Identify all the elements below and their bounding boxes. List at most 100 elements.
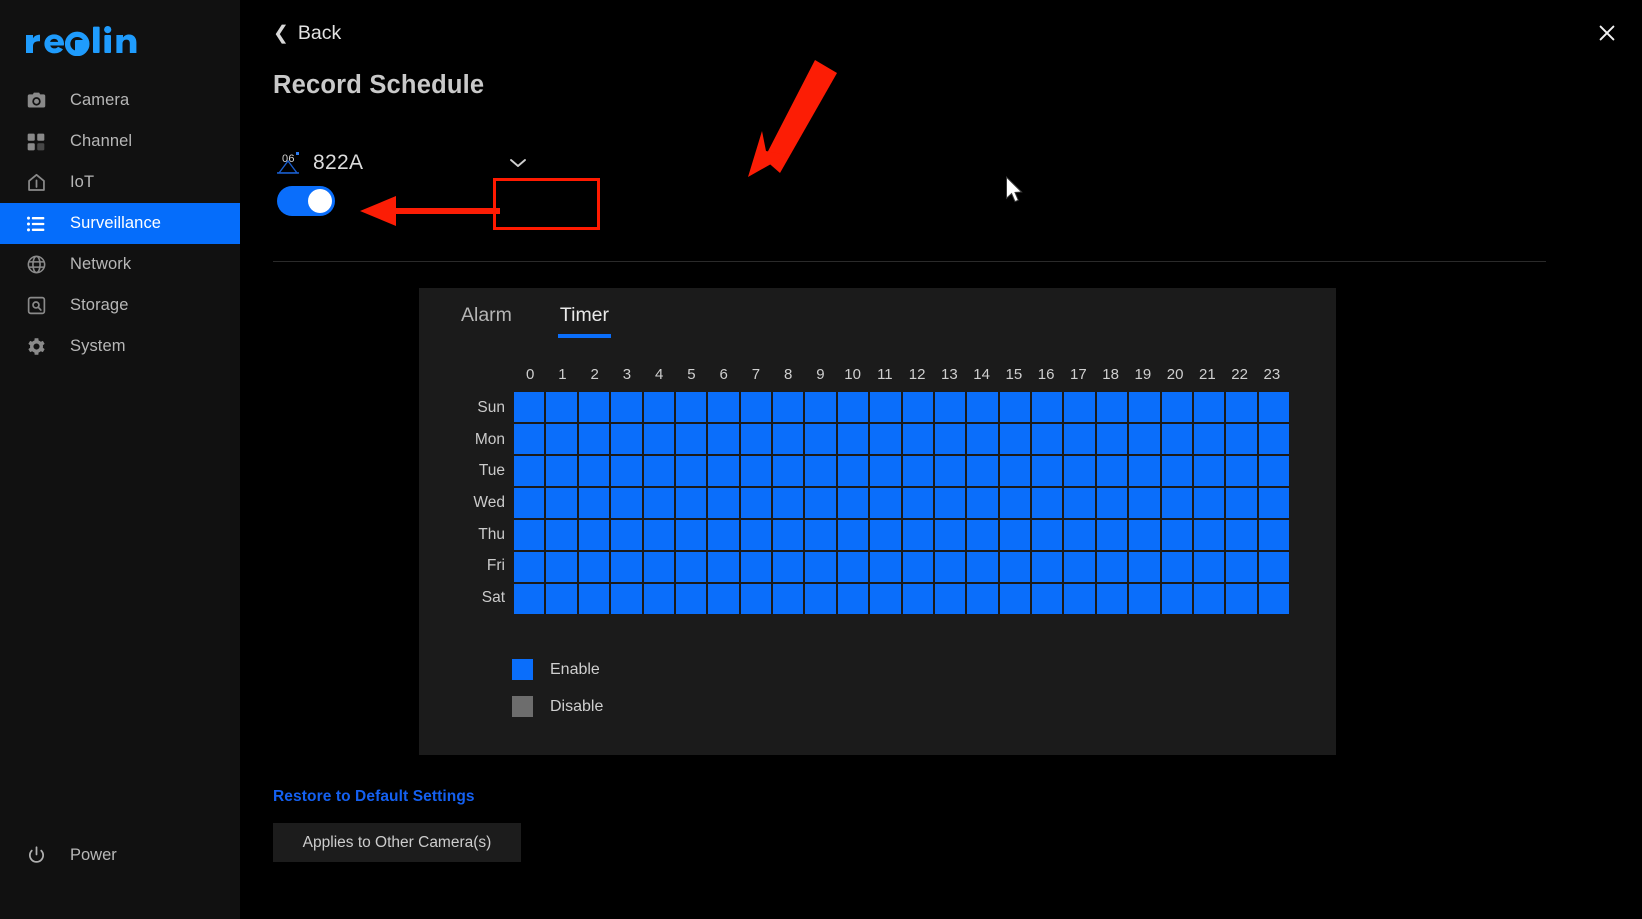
schedule-cell[interactable]	[611, 584, 642, 614]
schedule-cell[interactable]	[1193, 424, 1225, 454]
schedule-cell[interactable]	[514, 456, 545, 486]
schedule-cell[interactable]	[1193, 488, 1225, 518]
power-button[interactable]: Power	[24, 843, 117, 867]
schedule-cell[interactable]	[1129, 520, 1160, 550]
schedule-cell[interactable]	[514, 552, 545, 582]
schedule-cell[interactable]	[1226, 392, 1257, 422]
schedule-cell[interactable]	[546, 488, 577, 518]
schedule-cell[interactable]	[967, 520, 998, 550]
schedule-cell[interactable]	[675, 584, 707, 614]
schedule-cell[interactable]	[902, 520, 933, 550]
schedule-cell[interactable]	[773, 584, 804, 614]
schedule-cell[interactable]	[578, 584, 610, 614]
schedule-cell[interactable]	[1161, 584, 1192, 614]
schedule-cell[interactable]	[1226, 552, 1257, 582]
sidebar-item-channel[interactable]: Channel	[0, 121, 240, 162]
schedule-cell[interactable]	[999, 456, 1030, 486]
schedule-cell[interactable]	[902, 488, 933, 518]
schedule-cell[interactable]	[1226, 520, 1257, 550]
schedule-cell[interactable]	[967, 584, 998, 614]
schedule-cell[interactable]	[578, 456, 610, 486]
schedule-cell[interactable]	[999, 584, 1030, 614]
schedule-cell[interactable]	[708, 520, 739, 550]
schedule-cell[interactable]	[902, 456, 933, 486]
schedule-cell[interactable]	[1032, 552, 1063, 582]
schedule-cell[interactable]	[934, 488, 966, 518]
schedule-cell[interactable]	[1032, 584, 1063, 614]
schedule-cell[interactable]	[1258, 520, 1289, 550]
schedule-cell[interactable]	[1161, 488, 1192, 518]
schedule-cell[interactable]	[773, 424, 804, 454]
schedule-cell[interactable]	[999, 520, 1030, 550]
chevron-down-icon[interactable]	[504, 150, 532, 176]
schedule-cell[interactable]	[902, 424, 933, 454]
schedule-cell[interactable]	[999, 424, 1030, 454]
schedule-cell[interactable]	[999, 392, 1030, 422]
schedule-cell[interactable]	[1129, 488, 1160, 518]
schedule-cell[interactable]	[870, 520, 901, 550]
schedule-cell[interactable]	[1032, 424, 1063, 454]
schedule-cell[interactable]	[1096, 392, 1128, 422]
schedule-cell[interactable]	[708, 392, 739, 422]
schedule-cell[interactable]	[870, 456, 901, 486]
sidebar-item-camera[interactable]: Camera	[0, 80, 240, 121]
schedule-cell[interactable]	[546, 456, 577, 486]
schedule-cell[interactable]	[934, 520, 966, 550]
schedule-cell[interactable]	[1064, 584, 1095, 614]
schedule-cell[interactable]	[708, 488, 739, 518]
schedule-cell[interactable]	[708, 424, 739, 454]
schedule-cell[interactable]	[708, 584, 739, 614]
schedule-cell[interactable]	[1161, 520, 1192, 550]
schedule-cell[interactable]	[1129, 424, 1160, 454]
schedule-cell[interactable]	[1161, 424, 1192, 454]
schedule-cell[interactable]	[643, 488, 674, 518]
schedule-cell[interactable]	[546, 584, 577, 614]
schedule-cell[interactable]	[773, 456, 804, 486]
schedule-cell[interactable]	[773, 552, 804, 582]
schedule-cell[interactable]	[870, 552, 901, 582]
restore-defaults-link[interactable]: Restore to Default Settings	[273, 788, 475, 806]
schedule-cell[interactable]	[837, 584, 869, 614]
schedule-cell[interactable]	[837, 424, 869, 454]
schedule-cell[interactable]	[1258, 456, 1289, 486]
apply-to-other-cameras-button[interactable]: Applies to Other Camera(s)	[273, 823, 521, 862]
schedule-cell[interactable]	[805, 392, 836, 422]
sidebar-item-network[interactable]: Network	[0, 244, 240, 285]
schedule-cell[interactable]	[1129, 584, 1160, 614]
record-schedule-toggle[interactable]	[277, 186, 335, 216]
schedule-cell[interactable]	[870, 488, 901, 518]
schedule-cell[interactable]	[1032, 488, 1063, 518]
schedule-cell[interactable]	[514, 520, 545, 550]
schedule-cell[interactable]	[837, 552, 869, 582]
schedule-cell[interactable]	[1258, 584, 1289, 614]
schedule-cell[interactable]	[1129, 552, 1160, 582]
schedule-cell[interactable]	[1064, 424, 1095, 454]
schedule-cell[interactable]	[967, 552, 998, 582]
schedule-cell[interactable]	[967, 488, 998, 518]
schedule-cell[interactable]	[514, 584, 545, 614]
schedule-cell[interactable]	[1096, 456, 1128, 486]
schedule-cell[interactable]	[999, 488, 1030, 518]
schedule-cell[interactable]	[740, 520, 771, 550]
schedule-cell[interactable]	[1096, 424, 1128, 454]
schedule-cell[interactable]	[1096, 552, 1128, 582]
schedule-cell[interactable]	[611, 456, 642, 486]
schedule-cell[interactable]	[773, 488, 804, 518]
schedule-cell[interactable]	[1193, 520, 1225, 550]
schedule-cell[interactable]	[1064, 392, 1095, 422]
schedule-cell[interactable]	[1193, 584, 1225, 614]
schedule-cell[interactable]	[643, 584, 674, 614]
schedule-cell[interactable]	[1193, 552, 1225, 582]
schedule-cell[interactable]	[967, 424, 998, 454]
sidebar-item-storage[interactable]: Storage	[0, 285, 240, 326]
schedule-cell[interactable]	[902, 552, 933, 582]
schedule-cell[interactable]	[773, 520, 804, 550]
schedule-cell[interactable]	[773, 392, 804, 422]
schedule-cell[interactable]	[1258, 392, 1289, 422]
schedule-cell[interactable]	[934, 584, 966, 614]
schedule-cell[interactable]	[999, 552, 1030, 582]
schedule-cell[interactable]	[1258, 552, 1289, 582]
schedule-cell[interactable]	[805, 488, 836, 518]
schedule-cell[interactable]	[675, 456, 707, 486]
schedule-cell[interactable]	[870, 392, 901, 422]
